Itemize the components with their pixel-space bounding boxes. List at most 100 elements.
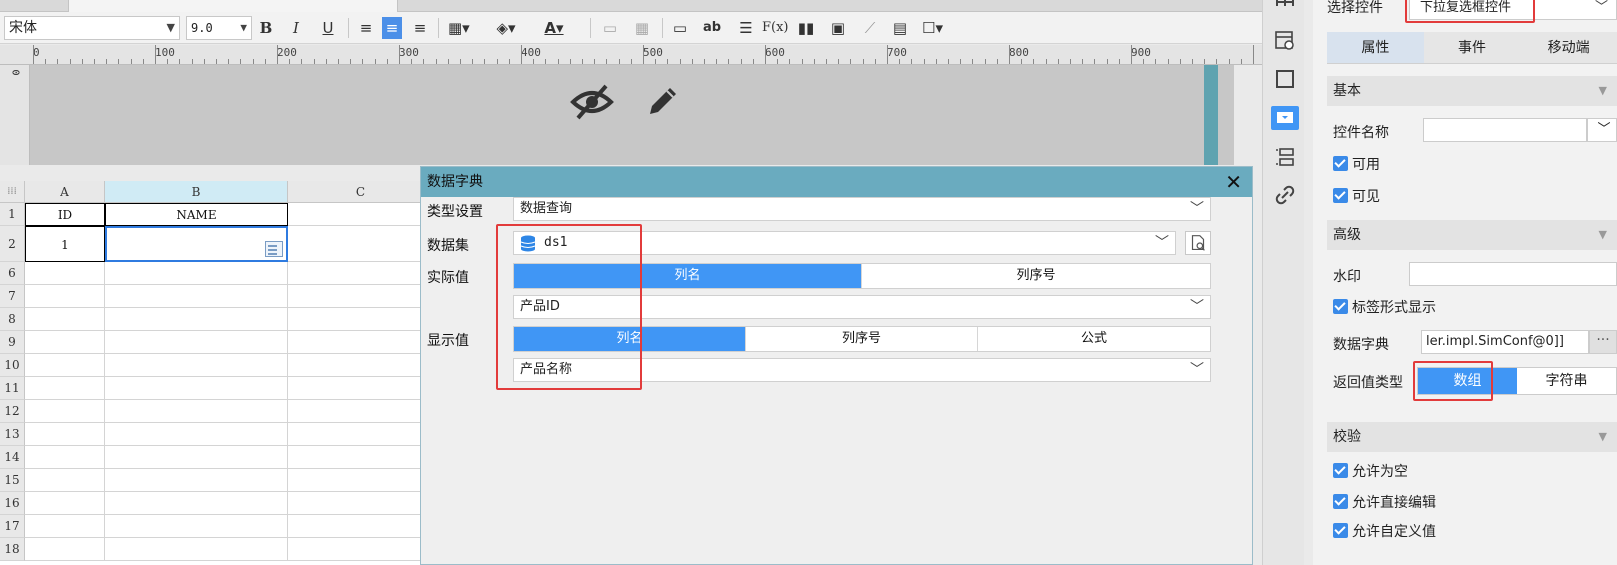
font-size-select[interactable]: 9.0 ▼	[186, 16, 252, 40]
label-form-checkbox[interactable]: 标签形式显示	[1333, 299, 1436, 317]
italic-button[interactable]: I	[286, 17, 306, 39]
parameter-panel[interactable]	[30, 65, 1234, 165]
section-advanced[interactable]: 高级 ▼	[1327, 220, 1617, 250]
grid-cell[interactable]	[288, 226, 434, 262]
visible-checkbox[interactable]: 可见	[1333, 188, 1380, 206]
select-control-dropdown[interactable]: 下拉复选框控件 ﹀	[1409, 0, 1617, 20]
allow-edit-checkbox[interactable]: 允许直接编辑	[1333, 494, 1436, 512]
grid-cell[interactable]	[105, 308, 288, 331]
grid-cell[interactable]	[25, 492, 105, 515]
paragraph-icon[interactable]: ☰	[736, 17, 756, 39]
dataset-select[interactable]: ds1 ﹀	[513, 231, 1176, 255]
display-mode-column-name[interactable]: 列名	[514, 327, 746, 351]
type-setting-select[interactable]: 数据查询 ﹀	[513, 197, 1211, 221]
grid-cell[interactable]	[105, 331, 288, 354]
fill-color-icon[interactable]: ◈▾	[496, 17, 516, 39]
grid-cell[interactable]	[25, 400, 105, 423]
row-header[interactable]: 17	[0, 515, 25, 538]
widget-settings-icon[interactable]	[1271, 106, 1299, 130]
watermark-input[interactable]	[1409, 262, 1617, 286]
allow-custom-checkbox[interactable]: 允许自定义值	[1333, 523, 1436, 541]
grid-cell[interactable]	[288, 423, 434, 446]
align-right-icon[interactable]: ≡	[410, 17, 430, 39]
frame-icon[interactable]: ☐▾	[922, 17, 943, 39]
dialog-title-bar[interactable]: 数据字典 ✕	[421, 167, 1252, 197]
grid-cell[interactable]	[25, 423, 105, 446]
row-header[interactable]: 14	[0, 446, 25, 469]
grid-cell[interactable]	[105, 423, 288, 446]
grid-cell[interactable]	[25, 331, 105, 354]
selected-cell[interactable]	[105, 226, 288, 262]
pencil-icon[interactable]	[642, 82, 682, 122]
grid-cell[interactable]	[288, 400, 434, 423]
bold-button[interactable]: B	[256, 17, 276, 39]
row-header[interactable]: 1	[0, 203, 25, 226]
grid-cell[interactable]	[105, 446, 288, 469]
cell-attribute-icon[interactable]	[1274, 30, 1296, 52]
eye-slash-icon[interactable]	[570, 82, 614, 122]
column-header-b[interactable]: B	[105, 181, 288, 203]
grid-cell[interactable]	[288, 203, 434, 226]
row-header[interactable]: 18	[0, 538, 25, 561]
image-icon[interactable]: ▣	[828, 17, 848, 39]
section-validation[interactable]: 校验 ▼	[1327, 422, 1617, 452]
grid-cell[interactable]	[288, 538, 434, 561]
grid-cell[interactable]	[25, 446, 105, 469]
cell-name-header[interactable]: NAME	[105, 203, 288, 226]
display-value-mode[interactable]: 列名 列序号 公式	[513, 326, 1211, 352]
unmerge-cells-icon[interactable]: ▦	[632, 17, 652, 39]
link-icon[interactable]	[1274, 184, 1296, 206]
actual-value-select[interactable]: 产品ID ﹀	[513, 295, 1211, 319]
enabled-checkbox[interactable]: 可用	[1333, 156, 1380, 174]
grid-cell[interactable]	[288, 262, 434, 285]
actual-mode-column-name[interactable]: 列名	[514, 264, 862, 288]
display-mode-column-index[interactable]: 列序号	[746, 327, 978, 351]
actual-value-mode[interactable]: 列名 列序号	[513, 263, 1211, 289]
row-header[interactable]: 15	[0, 469, 25, 492]
close-icon[interactable]: ✕	[1225, 170, 1242, 194]
text-ab-button[interactable]: ab	[702, 17, 722, 39]
font-color-icon[interactable]: A▾	[544, 17, 564, 39]
slash-icon[interactable]: ⟋	[860, 17, 880, 39]
grid-cell[interactable]	[288, 285, 434, 308]
return-type-toggle[interactable]: 数组 字符串	[1417, 367, 1617, 395]
grid-cell[interactable]	[288, 377, 434, 400]
grid-cell[interactable]	[25, 285, 105, 308]
row-header[interactable]: 10	[0, 354, 25, 377]
grid-cell[interactable]	[288, 308, 434, 331]
grid-cell[interactable]	[105, 492, 288, 515]
grid-cell[interactable]	[25, 469, 105, 492]
grid-cell[interactable]	[288, 515, 434, 538]
condition-icon[interactable]	[1274, 146, 1296, 168]
grid-cell[interactable]	[288, 469, 434, 492]
text-field-icon[interactable]: ▭	[670, 17, 690, 39]
control-name-dropdown[interactable]: ﹀	[1587, 118, 1617, 142]
preview-dataset-button[interactable]	[1185, 231, 1211, 255]
cell-id-value[interactable]: 1	[25, 226, 105, 262]
grid-cell[interactable]	[288, 331, 434, 354]
return-type-string[interactable]: 字符串	[1517, 368, 1616, 394]
grid-cell[interactable]	[105, 285, 288, 308]
row-header[interactable]: 16	[0, 492, 25, 515]
tab-events[interactable]: 事件	[1424, 32, 1521, 63]
tab-mobile[interactable]: 移动端	[1520, 32, 1617, 63]
chart-icon[interactable]: ▮▮	[796, 17, 816, 39]
control-name-input[interactable]	[1423, 118, 1587, 142]
column-header-c[interactable]: C	[288, 181, 434, 203]
underline-button[interactable]: U	[318, 17, 338, 39]
grid-cell[interactable]	[288, 354, 434, 377]
grid-cell[interactable]	[105, 469, 288, 492]
grid-cell[interactable]	[105, 377, 288, 400]
row-header[interactable]: 9	[0, 331, 25, 354]
grid-cell[interactable]	[25, 308, 105, 331]
align-left-icon[interactable]: ≡	[356, 17, 376, 39]
grid-cell[interactable]	[25, 262, 105, 285]
grid-cell[interactable]	[105, 400, 288, 423]
column-header-a[interactable]: A	[25, 181, 105, 203]
grid-cell[interactable]	[25, 515, 105, 538]
align-center-icon[interactable]: ≡	[382, 17, 402, 39]
row-header[interactable]: 12	[0, 400, 25, 423]
display-value-select[interactable]: 产品名称 ﹀	[513, 358, 1211, 382]
allow-empty-checkbox[interactable]: 允许为空	[1333, 463, 1408, 481]
document-tab[interactable]	[68, 0, 398, 12]
